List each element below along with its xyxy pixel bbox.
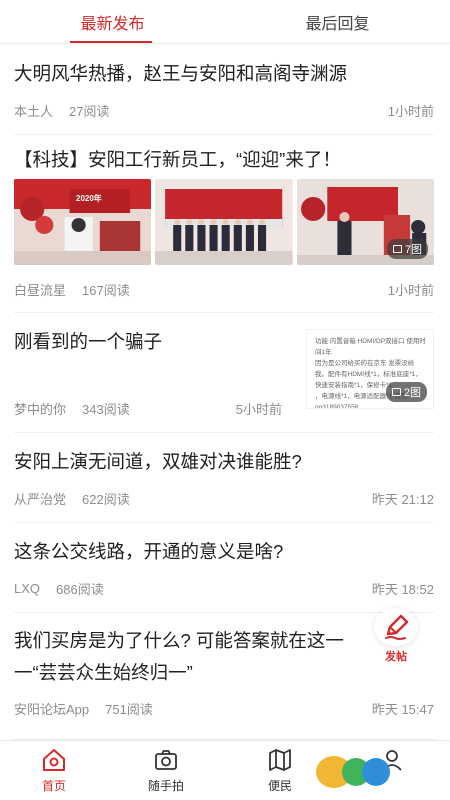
camera-icon xyxy=(155,750,177,770)
image-count: 7图 xyxy=(404,244,422,256)
post-title[interactable]: 刚看到的一个骗子 xyxy=(14,327,284,357)
banner-text: 2020年 xyxy=(76,194,102,203)
home-icon xyxy=(43,749,65,771)
post-time: 1小时前 xyxy=(387,283,434,298)
post-time: 1小时前 xyxy=(387,104,434,119)
nav-snapshot[interactable]: 随手拍 xyxy=(126,747,206,797)
post-item[interactable]: 刚看到的一个骗子 梦中的你 343阅读 5小时前 功能 内置音箱 HDMI/DP… xyxy=(14,313,434,433)
image-count-badge: 7图 xyxy=(386,239,428,259)
post-author[interactable]: LXQ xyxy=(14,581,40,596)
post-meta: LXQ 686阅读 xyxy=(14,579,104,598)
post-read-count: 622阅读 xyxy=(82,492,130,507)
post-item[interactable]: 大明风华热播，赵王与安阳和高阁寺渊源 本土人 27阅读 1小时前 xyxy=(14,45,434,135)
post-read-count: 27阅读 xyxy=(69,104,110,119)
watermark-graphic xyxy=(316,756,390,788)
tab-last-reply[interactable]: 最后回复 xyxy=(225,0,450,44)
post-time: 5小时前 xyxy=(235,402,282,417)
active-tab-indicator xyxy=(70,41,152,43)
post-title[interactable]: 我们买房是为了什么? 可能答案就在这一一“芸芸众生始终归一” xyxy=(14,625,374,689)
image-count-badge: 2图 xyxy=(385,382,427,402)
tab-bar: 最新发布 最后回复 xyxy=(0,0,450,44)
map-icon xyxy=(269,749,291,771)
post-title[interactable]: 【科技】安阳工行新员工，“迎迎”来了！ xyxy=(14,145,341,175)
post-author[interactable]: 白昼流星 xyxy=(14,280,66,299)
tab-latest[interactable]: 最新发布 xyxy=(0,0,225,44)
nav-home[interactable]: 首页 xyxy=(14,747,94,797)
pencil-icon xyxy=(374,608,418,646)
post-read-count: 686阅读 xyxy=(56,582,104,597)
post-item[interactable]: 【科技】安阳工行新员工，“迎迎”来了！ 2020年 7图 白昼流星 167阅读 … xyxy=(14,135,434,313)
new-post-label: 发帖 xyxy=(385,651,407,663)
post-item[interactable]: 安阳上演无间道，双雄对决谁能胜? 从严治党 622阅读 昨天 21:12 xyxy=(14,433,434,523)
post-meta: 本土人 27阅读 xyxy=(14,101,109,120)
post-author[interactable]: 从严治党 xyxy=(14,489,66,508)
post-title[interactable]: 这条公交线路，开通的意义是啥? xyxy=(14,537,283,567)
post-read-count: 343阅读 xyxy=(82,402,130,417)
post-image[interactable] xyxy=(155,179,293,265)
post-time: 昨天 18:52 xyxy=(371,582,434,597)
image-icon xyxy=(392,245,402,253)
image-icon xyxy=(391,388,401,396)
post-image-row[interactable]: 2020年 7图 xyxy=(14,179,434,265)
post-item[interactable]: 这条公交线路，开通的意义是啥? LXQ 686阅读 昨天 18:52 xyxy=(14,523,434,613)
post-author[interactable]: 安阳论坛App xyxy=(14,699,89,718)
post-meta: 安阳论坛App 751阅读 xyxy=(14,699,153,718)
nav-home-label: 首页 xyxy=(41,779,66,793)
post-author[interactable]: 本土人 xyxy=(14,101,53,120)
post-author[interactable]: 梦中的你 xyxy=(14,399,66,418)
nav-service-label: 便民 xyxy=(267,779,292,793)
post-read-count: 167阅读 xyxy=(82,283,130,298)
post-meta: 白昼流星 167阅读 xyxy=(14,280,130,299)
post-image[interactable]: 2020年 xyxy=(14,179,152,265)
post-read-count: 751阅读 xyxy=(105,702,153,717)
post-meta: 梦中的你 343阅读 xyxy=(14,399,130,418)
nav-service[interactable]: 便民 xyxy=(240,747,320,797)
post-meta: 从严治党 622阅读 xyxy=(14,489,130,508)
post-time: 昨天 15:47 xyxy=(371,702,434,717)
post-title[interactable]: 大明风华热播，赵王与安阳和高阁寺渊源 xyxy=(14,59,347,89)
post-image[interactable]: 功能 内置音箱 HDMI/DP双接口 使用时间1年 因为是公司给买的在京东 发票… xyxy=(306,329,434,409)
image-count: 2图 xyxy=(403,387,421,399)
post-time: 昨天 21:12 xyxy=(371,492,434,507)
nav-snapshot-label: 随手拍 xyxy=(147,779,184,793)
post-title[interactable]: 安阳上演无间道，双雄对决谁能胜? xyxy=(14,447,302,477)
watermark-logo xyxy=(312,748,442,796)
post-image[interactable]: 7图 xyxy=(296,179,434,265)
new-post-button[interactable]: 发帖 xyxy=(368,608,424,664)
